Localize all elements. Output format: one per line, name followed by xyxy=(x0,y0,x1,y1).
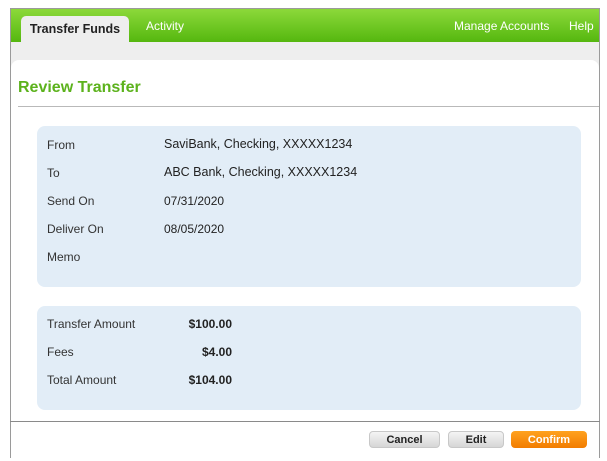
edit-button[interactable]: Edit xyxy=(448,431,504,448)
total-amount-value: $104.00 xyxy=(188,373,232,387)
tab-transfer-funds[interactable]: Transfer Funds xyxy=(21,16,129,42)
deliver-on-label: Deliver On xyxy=(47,222,104,236)
send-on-value: 07/31/2020 xyxy=(164,194,225,208)
to-value: ABC Bank, Checking, XXXXX1234 xyxy=(164,165,358,179)
to-label: To xyxy=(47,166,60,180)
from-label: From xyxy=(47,138,75,152)
confirm-button[interactable]: Confirm xyxy=(511,431,587,448)
cancel-button[interactable]: Cancel xyxy=(369,431,440,448)
fees-label: Fees xyxy=(47,345,74,359)
title-divider xyxy=(18,106,599,107)
deliver-on-value: 08/05/2020 xyxy=(164,222,225,236)
help-link[interactable]: Help xyxy=(569,19,594,33)
total-amount-label: Total Amount xyxy=(47,373,117,387)
memo-label: Memo xyxy=(47,250,81,264)
transfer-amount-value: $100.00 xyxy=(188,317,232,331)
from-value: SaviBank, Checking, XXXXX1234 xyxy=(164,137,353,151)
actions-divider xyxy=(10,421,600,422)
tab-activity[interactable]: Activity xyxy=(146,19,184,33)
page-title: Review Transfer xyxy=(18,79,141,96)
top-nav-bar: Transfer Funds Activity Manage Accounts … xyxy=(11,9,599,42)
transfer-amount-label: Transfer Amount xyxy=(47,317,136,331)
send-on-label: Send On xyxy=(47,194,95,208)
manage-accounts-link[interactable]: Manage Accounts xyxy=(454,19,549,33)
fees-value: $4.00 xyxy=(201,345,232,359)
